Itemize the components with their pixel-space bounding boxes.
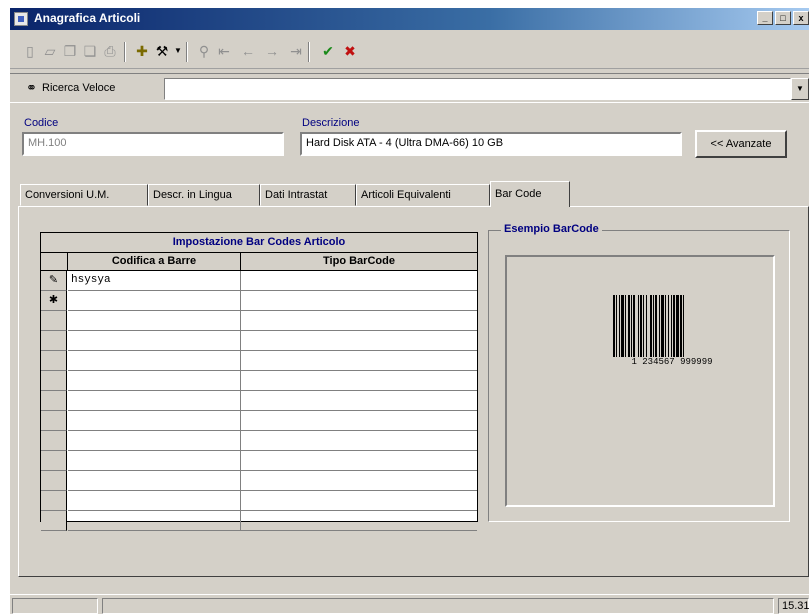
add-record-icon[interactable]: ✚ bbox=[134, 43, 150, 59]
row-selector[interactable] bbox=[41, 431, 67, 451]
barcode-digits: 1 234567 999999 bbox=[631, 357, 713, 367]
barcode-example-legend: Esempio BarCode bbox=[501, 223, 602, 235]
row-selector[interactable] bbox=[41, 351, 67, 371]
row-selector[interactable] bbox=[41, 331, 67, 351]
row-selector[interactable] bbox=[41, 451, 67, 471]
paste-icon[interactable]: ❏ bbox=[82, 43, 98, 59]
cell-tipo[interactable] bbox=[241, 391, 477, 411]
status-pane-main bbox=[102, 598, 774, 614]
cell-codifica[interactable] bbox=[68, 511, 241, 531]
cell-tipo[interactable] bbox=[241, 371, 477, 391]
grid-corner bbox=[41, 253, 68, 271]
tab-articoli-equivalenti[interactable]: Articoli Equivalenti bbox=[356, 184, 490, 206]
row-selector[interactable] bbox=[41, 371, 67, 391]
cell-tipo[interactable] bbox=[241, 351, 477, 371]
chevron-down-icon[interactable]: ▼ bbox=[791, 78, 809, 100]
tools-icon[interactable]: ⚒ bbox=[154, 43, 170, 59]
grid-caption: Impostazione Bar Codes Articolo bbox=[41, 233, 477, 253]
cell-codifica[interactable] bbox=[68, 471, 241, 491]
cell-codifica[interactable] bbox=[68, 431, 241, 451]
row-selector[interactable] bbox=[41, 471, 67, 491]
codice-label: Codice bbox=[24, 117, 59, 129]
find-icon[interactable]: ⚲ bbox=[196, 43, 212, 59]
first-icon[interactable]: ⇤ bbox=[216, 43, 232, 59]
status-bar: 15.31 bbox=[10, 594, 809, 614]
codice-field[interactable]: MH.100 bbox=[22, 132, 284, 156]
cell-tipo[interactable] bbox=[241, 311, 477, 331]
cell-tipo[interactable] bbox=[241, 431, 477, 451]
barcode-grid[interactable]: Impostazione Bar Codes Articolo Codifica… bbox=[40, 232, 478, 531]
quick-search-label: Ricerca Veloce bbox=[42, 82, 116, 94]
print-icon[interactable]: ⎙ bbox=[102, 43, 118, 59]
cell-codifica[interactable] bbox=[68, 331, 241, 351]
row-selector[interactable] bbox=[41, 491, 67, 511]
status-pane-left bbox=[12, 598, 98, 614]
cell-tipo[interactable] bbox=[241, 491, 477, 511]
maximize-button[interactable]: □ bbox=[775, 11, 791, 25]
cell-codifica[interactable] bbox=[68, 451, 241, 471]
descrizione-field[interactable]: Hard Disk ATA - 4 (Ultra DMA-66) 10 GB bbox=[300, 132, 682, 156]
title-bar[interactable]: Anagrafica Articoli _ □ x bbox=[10, 8, 809, 30]
close-button[interactable]: x bbox=[793, 11, 809, 25]
cell-codifica[interactable] bbox=[68, 491, 241, 511]
tab-dati-intrastat[interactable]: Dati Intrastat bbox=[260, 184, 356, 206]
cell-codifica[interactable]: hsysya bbox=[68, 271, 241, 291]
descrizione-label: Descrizione bbox=[302, 117, 360, 129]
cell-tipo[interactable] bbox=[241, 451, 477, 471]
delete-icon[interactable]: ✖ bbox=[342, 43, 358, 59]
row-selector[interactable]: ✱ bbox=[41, 291, 67, 311]
window-title: Anagrafica Articoli bbox=[34, 11, 141, 25]
tab-descr-lingua[interactable]: Descr. in Lingua bbox=[148, 184, 260, 206]
next-icon[interactable]: → bbox=[264, 43, 280, 59]
app-icon bbox=[14, 12, 28, 26]
open-icon[interactable]: ▱ bbox=[42, 43, 58, 59]
copy-icon[interactable]: ❐ bbox=[62, 43, 78, 59]
barcode-example-group: Esempio BarCode 1 234567 999999 bbox=[488, 223, 790, 522]
quick-search-bar: ⚭ Ricerca Veloce ▼ bbox=[10, 73, 809, 103]
last-icon[interactable]: ⇥ bbox=[288, 43, 304, 59]
status-time: 15.31 bbox=[778, 598, 809, 614]
toolbar: ▯ ▱ ❐ ❏ ⎙ ✚ ⚒ ▼ ⚲ ⇤ ← → ⇥ ✔ ✖ bbox=[10, 33, 809, 69]
cell-codifica[interactable] bbox=[68, 311, 241, 331]
quick-search-input[interactable] bbox=[164, 78, 791, 100]
barcode-image: 1 234567 999999 bbox=[613, 295, 731, 369]
toolbar-separator bbox=[308, 42, 310, 62]
cell-codifica[interactable] bbox=[68, 291, 241, 311]
cell-codifica[interactable] bbox=[68, 351, 241, 371]
toolbar-separator bbox=[186, 42, 188, 62]
screen-top-edge bbox=[0, 0, 809, 8]
cell-tipo[interactable] bbox=[241, 411, 477, 431]
cell-tipo[interactable] bbox=[241, 291, 477, 311]
cell-tipo[interactable] bbox=[241, 511, 477, 531]
row-selector[interactable] bbox=[41, 511, 67, 531]
confirm-icon[interactable]: ✔ bbox=[320, 43, 336, 59]
row-selector[interactable]: ✎ bbox=[41, 271, 67, 291]
cell-tipo[interactable] bbox=[241, 271, 477, 291]
cell-codifica[interactable] bbox=[68, 371, 241, 391]
prev-icon[interactable]: ← bbox=[240, 43, 256, 59]
screen-left-edge bbox=[0, 0, 10, 614]
column-header-tipo[interactable]: Tipo BarCode bbox=[241, 253, 477, 271]
barcode-preview-panel: 1 234567 999999 bbox=[505, 255, 775, 507]
tab-conversioni[interactable]: Conversioni U.M. bbox=[20, 184, 148, 206]
cell-codifica[interactable] bbox=[68, 411, 241, 431]
new-icon[interactable]: ▯ bbox=[22, 43, 38, 59]
binoculars-icon: ⚭ bbox=[26, 80, 37, 95]
row-selector[interactable] bbox=[41, 391, 67, 411]
column-header-codifica[interactable]: Codifica a Barre bbox=[68, 253, 241, 271]
row-selector[interactable] bbox=[41, 311, 67, 331]
cell-tipo[interactable] bbox=[241, 331, 477, 351]
chevron-down-icon[interactable]: ▼ bbox=[170, 43, 186, 59]
cell-tipo[interactable] bbox=[241, 471, 477, 491]
toolbar-separator bbox=[124, 42, 126, 62]
window-controls: _ □ x bbox=[757, 11, 809, 25]
minimize-button[interactable]: _ bbox=[757, 11, 773, 25]
cell-codifica[interactable] bbox=[68, 391, 241, 411]
row-selector[interactable] bbox=[41, 411, 67, 431]
avanzate-button[interactable]: << Avanzate bbox=[695, 130, 787, 158]
tab-bar-code[interactable]: Bar Code bbox=[490, 181, 570, 207]
barcode-gap bbox=[684, 295, 686, 357]
